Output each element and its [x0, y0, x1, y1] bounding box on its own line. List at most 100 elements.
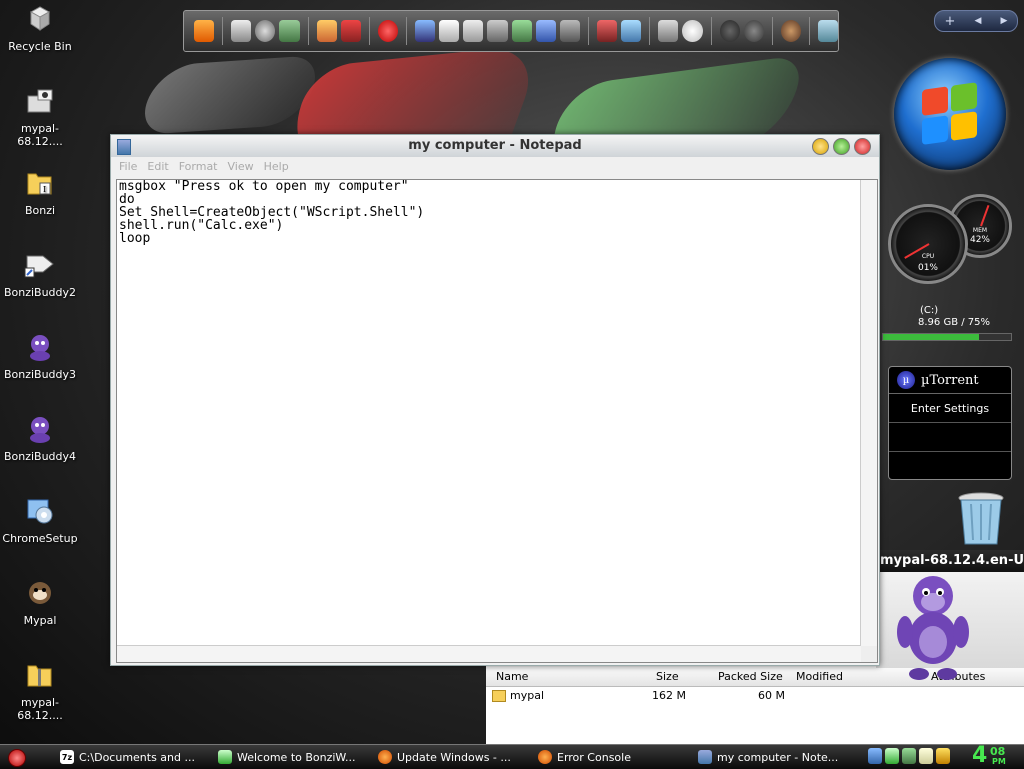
menu-file[interactable]: File	[119, 160, 137, 173]
add-gadget-icon[interactable]: +	[945, 14, 956, 29]
mail-icon[interactable]	[535, 20, 556, 42]
drive-info: 8.96 GB / 75%	[918, 317, 991, 328]
maximize-button[interactable]	[833, 138, 850, 155]
logoff-icon[interactable]	[743, 20, 764, 42]
desktop-icon-recycle-bin[interactable]: Recycle Bin	[0, 2, 80, 53]
taskbar-item-update-windows[interactable]: Update Windows - ...	[378, 748, 511, 766]
tools-icon[interactable]	[487, 20, 508, 42]
minimize-button[interactable]	[812, 138, 829, 155]
update-tray-icon[interactable]	[902, 748, 916, 764]
previous-icon[interactable]: ◀	[975, 16, 982, 26]
clock-ampm: PM	[992, 757, 1006, 766]
taskbar-item-label: Update Windows - ...	[397, 750, 511, 764]
flash-icon[interactable]	[255, 20, 276, 42]
taskbar-item-bonzi-welcome[interactable]: Welcome to BonziW...	[218, 748, 356, 766]
windows-icon[interactable]	[682, 20, 703, 42]
close-button[interactable]	[854, 138, 871, 155]
dock-separator	[368, 17, 370, 45]
dock-separator	[222, 17, 224, 45]
desktop-icon-label: Recycle Bin	[8, 40, 72, 53]
desktop-icon-bonzibuddy3[interactable]: BonziBuddy3	[0, 330, 80, 381]
desktop-icon-bonzi-folder[interactable]: I Bonzi	[0, 166, 80, 217]
network-tray-icon[interactable]	[868, 748, 882, 764]
editor-content[interactable]: msgbox "Press ok to open my computer" do…	[119, 180, 424, 245]
notepad-dock-icon[interactable]	[511, 20, 532, 42]
memory-needle	[980, 204, 990, 227]
column-packed-size[interactable]: Packed Size	[718, 670, 783, 683]
taskbar-item-notepad[interactable]: my computer - Note...	[698, 748, 838, 766]
control-panel-icon[interactable]	[559, 20, 581, 42]
seven-zip-icon: 7z	[60, 750, 74, 764]
vertical-scrollbar[interactable]	[860, 180, 877, 646]
desktop-icon-chromesetup[interactable]: ChromeSetup	[0, 494, 80, 545]
firefox-icon	[538, 750, 552, 764]
installer-icon	[23, 84, 57, 118]
utorrent-gadget: µ µTorrent Enter Settings	[888, 366, 1012, 480]
utorrent-empty-row	[889, 423, 1011, 452]
document-icon[interactable]	[439, 20, 460, 42]
display-icon[interactable]	[621, 20, 642, 42]
windows-orb[interactable]	[894, 58, 1006, 170]
column-modified[interactable]: Modified	[796, 670, 843, 683]
wand-tray-icon[interactable]	[936, 748, 950, 764]
countdown-icon[interactable]	[231, 20, 252, 42]
recycle-bin-gadget-icon[interactable]	[955, 490, 1007, 548]
bonzi-character[interactable]	[893, 570, 973, 682]
cpu-value: 01%	[917, 263, 938, 273]
desktop-icon-mypal-installer[interactable]: mypal-68.12....	[0, 84, 80, 148]
horizontal-scrollbar[interactable]	[117, 645, 861, 662]
network-icon[interactable]	[279, 20, 300, 42]
ccleaner-icon[interactable]	[377, 20, 398, 42]
desktop-icon-label: BonziBuddy2	[3, 286, 77, 299]
table-row[interactable]: mypal 162 M 60 M	[486, 687, 1024, 705]
taskbar: 7z C:\Documents and ... Welcome to Bonzi…	[0, 743, 1024, 769]
bonzi-setup-icon	[218, 750, 232, 764]
dock-separator	[307, 17, 309, 45]
menu-format[interactable]: Format	[179, 160, 218, 173]
notepad-icon	[117, 139, 131, 155]
notepad-icon	[698, 750, 712, 764]
drive-meter: (C:) 8.96 GB / 75%	[880, 305, 1012, 341]
taskbar-item-7zip[interactable]: 7z C:\Documents and ...	[60, 748, 195, 766]
text-editor-area[interactable]: msgbox "Press ok to open my computer" do…	[116, 179, 878, 663]
taskbar-item-label: Welcome to BonziW...	[237, 750, 356, 764]
utorrent-settings-button[interactable]: Enter Settings	[889, 394, 1011, 423]
clock-hour: 4	[972, 743, 988, 768]
bonzi-icon	[23, 412, 57, 446]
column-size[interactable]: Size	[656, 670, 679, 683]
desktop-icon-label: Bonzi	[24, 204, 56, 217]
column-name[interactable]: Name	[496, 670, 528, 683]
trash-dock-icon[interactable]	[817, 20, 839, 42]
toolbox-icon[interactable]	[597, 20, 618, 42]
start-button[interactable]	[8, 749, 26, 767]
calculator-icon[interactable]	[463, 20, 484, 42]
books-icon[interactable]	[340, 20, 361, 42]
mypal-icon	[23, 576, 57, 610]
screenshot-icon[interactable]	[658, 20, 679, 42]
desktop-icon-mypal[interactable]: Mypal	[0, 576, 80, 627]
taskbar-item-label: C:\Documents and ...	[79, 750, 195, 764]
window-title: my computer - Notepad	[408, 138, 582, 153]
paint-icon[interactable]	[316, 20, 337, 42]
desktop-icon-bonzibuddy2[interactable]: BonziBuddy2	[0, 248, 80, 299]
next-icon[interactable]: ▶	[1001, 16, 1008, 26]
computer-icon[interactable]	[414, 20, 436, 42]
desktop-icon-label: BonziBuddy4	[3, 450, 77, 463]
shortcut-icon	[23, 248, 57, 282]
media-player-icon[interactable]	[194, 20, 215, 42]
svg-text:I: I	[43, 185, 46, 194]
windows-logo-icon	[922, 82, 978, 146]
bonzi-tray-icon[interactable]	[885, 748, 899, 764]
taskbar-item-error-console[interactable]: Error Console	[538, 748, 631, 766]
mypal-dock-icon[interactable]	[780, 20, 801, 42]
desktop-icon-mypal-zip[interactable]: mypal-68.12....	[0, 658, 80, 722]
notepad-title-bar[interactable]: my computer - Notepad	[111, 135, 879, 157]
menu-view[interactable]: View	[228, 160, 254, 173]
menu-edit[interactable]: Edit	[147, 160, 168, 173]
taskbar-item-label: Error Console	[557, 750, 631, 764]
menu-help[interactable]: Help	[264, 160, 289, 173]
desktop-icon-bonzibuddy4[interactable]: BonziBuddy4	[0, 412, 80, 463]
resize-grip[interactable]	[861, 646, 877, 662]
music-tray-icon[interactable]	[919, 748, 933, 764]
power-icon[interactable]	[719, 20, 740, 42]
